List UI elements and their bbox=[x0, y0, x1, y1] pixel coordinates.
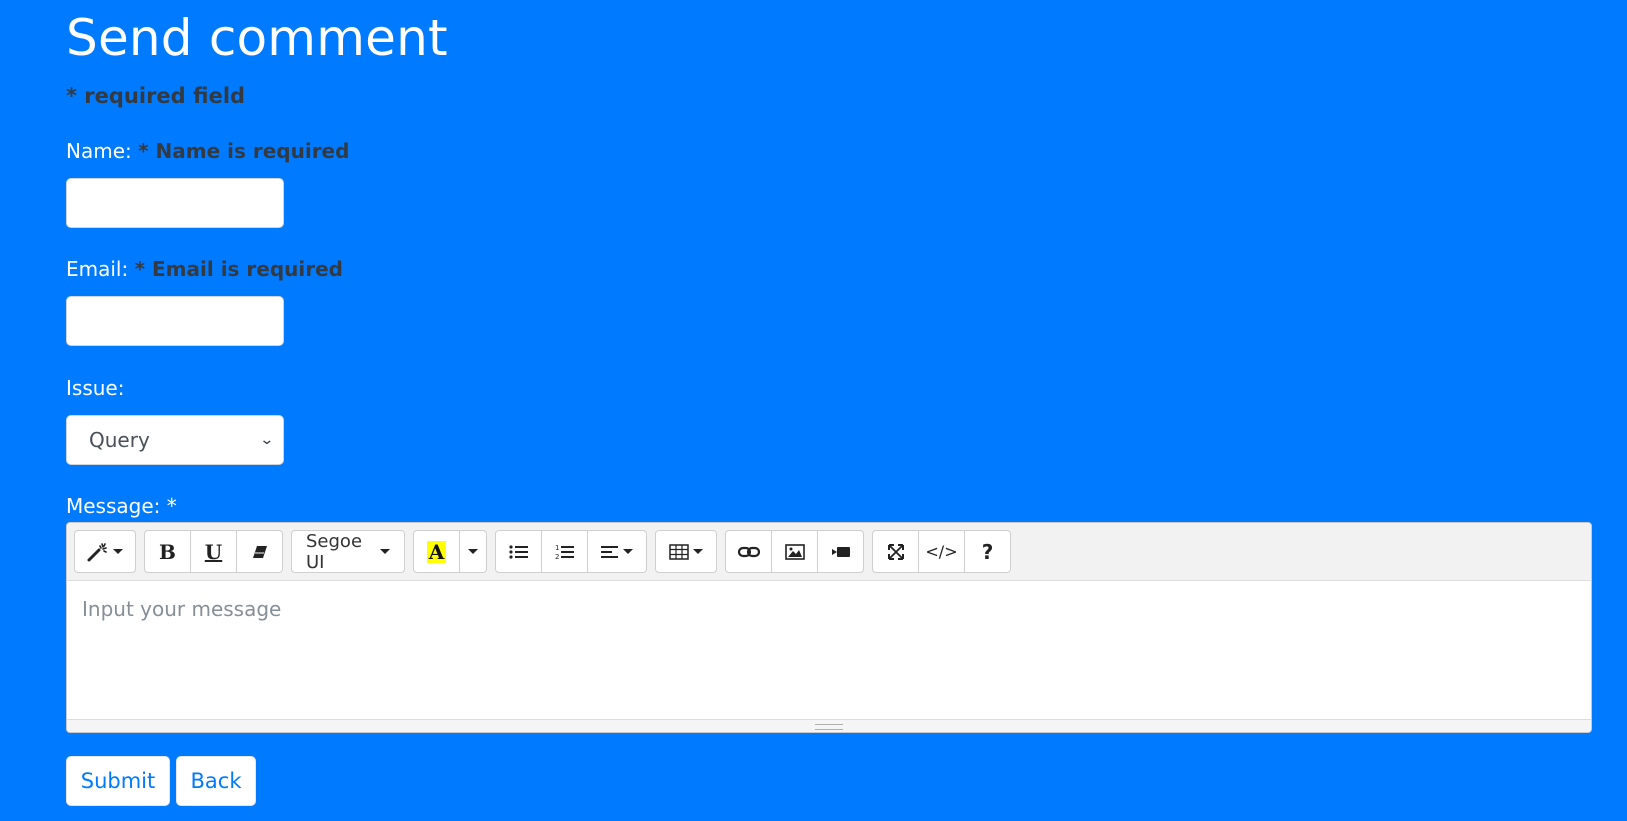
name-label: Name: bbox=[66, 139, 132, 163]
required-note: * required field bbox=[66, 84, 246, 108]
font-group: Segoe UI bbox=[291, 530, 405, 573]
unordered-list-icon[interactable] bbox=[495, 530, 542, 573]
name-input[interactable] bbox=[66, 178, 284, 228]
name-error: * Name is required bbox=[138, 139, 350, 163]
bold-icon[interactable]: B bbox=[144, 530, 191, 573]
code-view-icon[interactable]: </> bbox=[918, 530, 965, 573]
submit-button[interactable]: Submit bbox=[66, 756, 170, 806]
table-icon[interactable] bbox=[655, 530, 717, 573]
format-group: B U bbox=[144, 530, 283, 573]
fullscreen-icon[interactable] bbox=[872, 530, 919, 573]
message-label: Message: * bbox=[66, 494, 177, 518]
email-error: * Email is required bbox=[134, 257, 343, 281]
page-title: Send comment bbox=[66, 9, 448, 67]
underline-icon[interactable]: U bbox=[190, 530, 237, 573]
grip-icon bbox=[815, 724, 843, 730]
name-label-row: Name: * Name is required bbox=[66, 137, 349, 165]
svg-text:1: 1 bbox=[555, 544, 559, 552]
link-icon[interactable] bbox=[725, 530, 772, 573]
video-icon[interactable] bbox=[817, 530, 864, 573]
highlight-icon[interactable]: A bbox=[413, 530, 460, 573]
style-group bbox=[74, 530, 136, 573]
ordered-list-icon[interactable]: 12 bbox=[541, 530, 588, 573]
picture-icon[interactable] bbox=[771, 530, 818, 573]
color-dropdown-icon[interactable] bbox=[459, 530, 487, 573]
insert-group bbox=[725, 530, 864, 573]
view-group: </> ? bbox=[872, 530, 1011, 573]
issue-label: Issue: bbox=[66, 376, 125, 400]
comment-form: Send comment * required field Name: * Na… bbox=[66, 0, 1592, 806]
email-input[interactable] bbox=[66, 296, 284, 346]
font-name-label: Segoe UI bbox=[306, 530, 363, 573]
color-group: A bbox=[413, 530, 487, 573]
table-group bbox=[655, 530, 717, 573]
align-icon[interactable] bbox=[587, 530, 647, 573]
chevron-down-icon: ⌄ bbox=[259, 432, 275, 448]
eraser-icon[interactable] bbox=[236, 530, 283, 573]
email-label: Email: bbox=[66, 257, 129, 281]
font-name-dropdown[interactable]: Segoe UI bbox=[291, 530, 405, 573]
message-editor: B U Segoe UI A 1 2 </> ? Input your mess… bbox=[66, 522, 1592, 733]
issue-select[interactable]: Query ⌄ bbox=[66, 415, 284, 465]
issue-selected-value: Query bbox=[89, 428, 150, 452]
paragraph-group: 12 bbox=[495, 530, 647, 573]
magic-icon[interactable] bbox=[74, 530, 136, 573]
editor-resize-handle[interactable] bbox=[67, 719, 1591, 732]
svg-text:2: 2 bbox=[555, 553, 559, 561]
email-label-row: Email: * Email is required bbox=[66, 255, 343, 283]
highlight-letter: A bbox=[426, 539, 447, 564]
editor-toolbar: B U Segoe UI A 1 2 </> ? bbox=[67, 523, 1591, 581]
back-button[interactable]: Back bbox=[176, 756, 256, 806]
message-input[interactable]: Input your message bbox=[67, 581, 1591, 719]
help-icon[interactable]: ? bbox=[964, 530, 1011, 573]
